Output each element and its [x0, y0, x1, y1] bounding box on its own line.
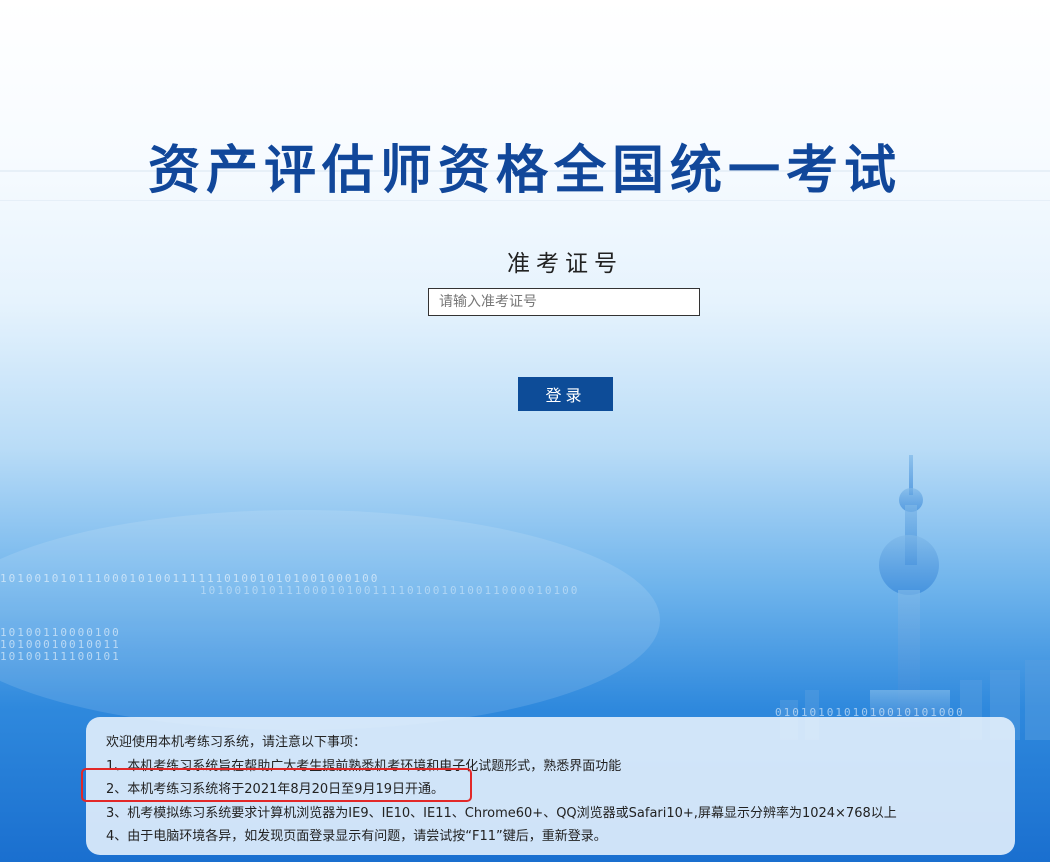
binary-decoration: 1010010101110001010011110100101001100001…	[200, 584, 580, 597]
binary-decoration: 10100110000100	[0, 626, 121, 639]
highlight-box	[81, 768, 472, 802]
ticket-number-label: 准考证号	[507, 251, 623, 277]
binary-decoration: 10100010010011	[0, 638, 121, 651]
ticket-number-input[interactable]	[428, 288, 700, 316]
login-button[interactable]: 登录	[518, 377, 613, 411]
notice-item: 4、由于电脑环境各异，如发现页面登录显示有问题，请尝试按“F11”键后，重新登录…	[106, 829, 607, 844]
binary-decoration: 10100111100101	[0, 650, 121, 663]
page-title: 资产评估师资格全国统一考试	[147, 141, 902, 201]
notice-heading: 欢迎使用本机考练习系统，请注意以下事项：	[106, 735, 367, 750]
notice-item: 3、机考模拟练习系统要求计算机浏览器为IE9、IE10、IE11、Chrome6…	[106, 805, 897, 821]
binary-decoration: 1010010101110001010011111101001010100100…	[0, 572, 380, 585]
